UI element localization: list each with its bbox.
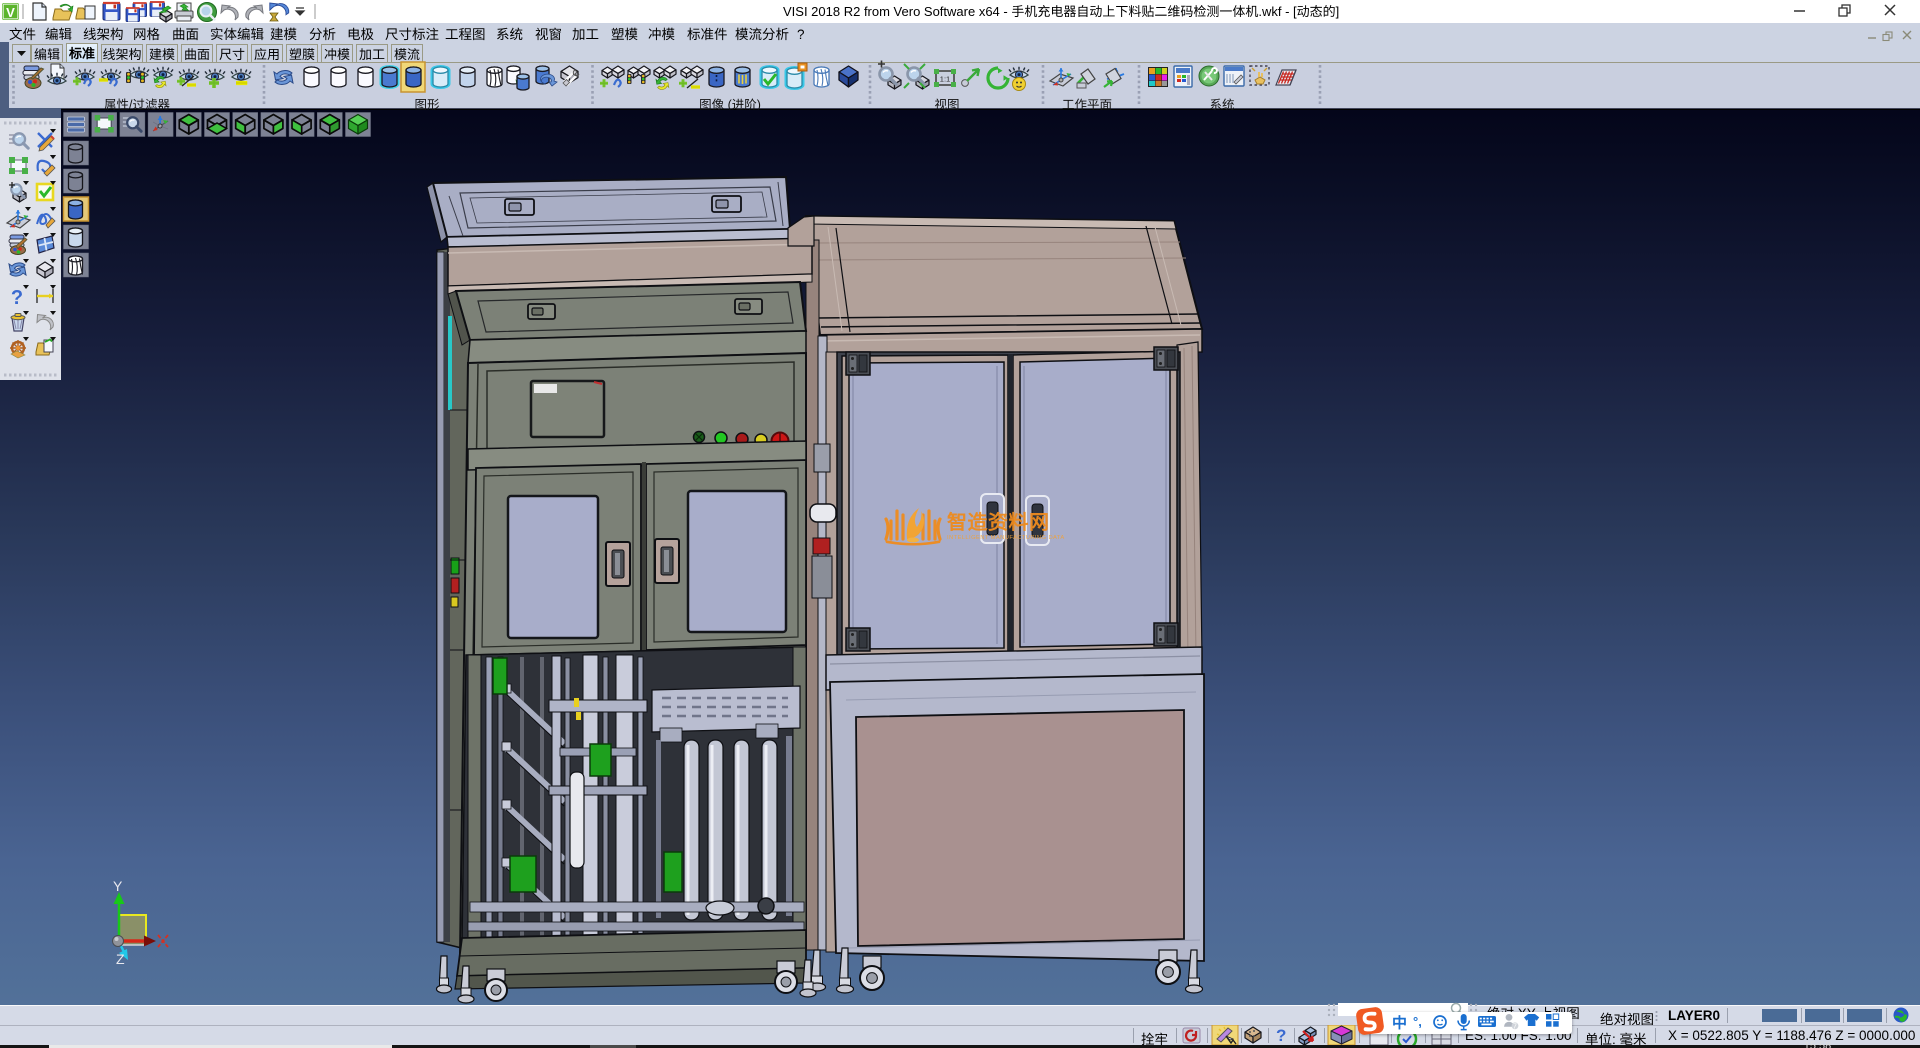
svg-text:°,: °,	[1413, 1014, 1422, 1029]
svg-text:INTELLIGENT MANUFACTURING DATA: INTELLIGENT MANUFACTURING DATA	[947, 535, 1065, 541]
svg-text:7: 7	[1513, 1023, 1517, 1030]
svg-text:中: 中	[1392, 1012, 1407, 1033]
svg-text:?: ?	[11, 287, 23, 309]
svg-text:?: ?	[1276, 1026, 1286, 1045]
svg-text:1:1: 1:1	[940, 75, 950, 84]
svg-text:Y: Y	[113, 878, 123, 894]
svg-text:智造资料网: 智造资料网	[947, 506, 1050, 535]
svg-text:Z: Z	[116, 951, 125, 967]
